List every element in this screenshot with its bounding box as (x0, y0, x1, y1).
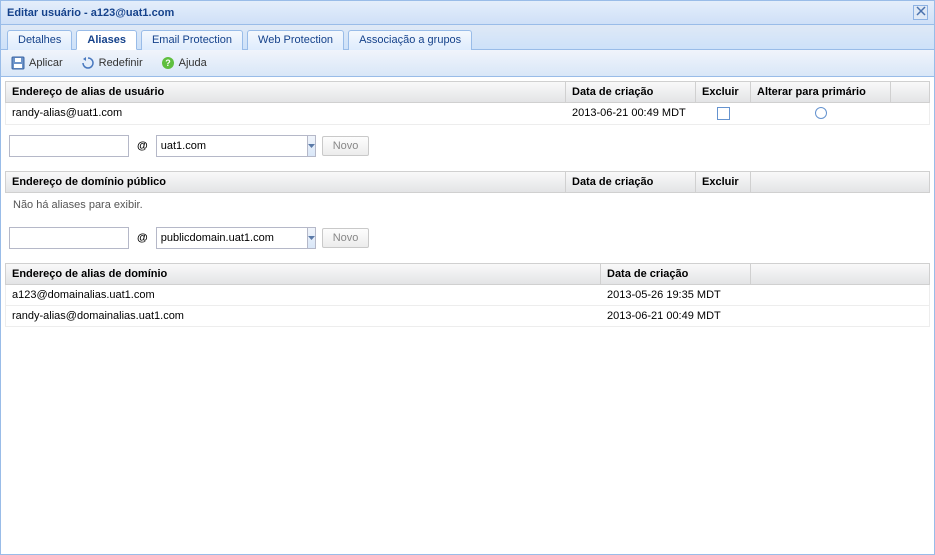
reset-label: Redefinir (99, 57, 143, 69)
domain-alias-header: Endereço de alias de domínio Data de cri… (5, 263, 930, 285)
titlebar: Editar usuário - a123@uat1.com (1, 1, 934, 25)
user-alias-created: 2013-06-21 00:49 MDT (566, 103, 696, 124)
user-alias-delete-cell (696, 103, 751, 124)
user-alias-delete-checkbox[interactable] (717, 107, 730, 120)
domain-alias-row[interactable]: randy-alias@domainalias.uat1.com 2013-06… (5, 306, 930, 327)
tab-web-protection[interactable]: Web Protection (247, 30, 344, 50)
col-user-alias-primary[interactable]: Alterar para primário (751, 82, 891, 102)
col-user-alias-created[interactable]: Data de criação (566, 82, 696, 102)
domain-alias-created: 2013-05-26 19:35 MDT (601, 285, 751, 305)
user-alias-primary-radio[interactable] (815, 107, 827, 119)
col-domain-alias-created[interactable]: Data de criação (601, 264, 751, 284)
col-user-alias-delete[interactable]: Excluir (696, 82, 751, 102)
user-alias-form: @ Novo (5, 125, 930, 171)
help-label: Ajuda (179, 57, 207, 69)
public-domain-empty: Não há aliases para exibir. (5, 193, 930, 217)
apply-button[interactable]: Aplicar (7, 54, 67, 72)
at-symbol: @ (135, 232, 150, 244)
window-title: Editar usuário - a123@uat1.com (7, 7, 174, 19)
public-domain-input[interactable] (157, 228, 307, 248)
toolbar: Aplicar Redefinir ? Ajuda (1, 50, 934, 77)
close-button[interactable] (913, 5, 928, 20)
col-public-domain-delete[interactable]: Excluir (696, 172, 751, 192)
tab-associacao-grupos[interactable]: Associação a grupos (348, 30, 472, 50)
col-public-domain-address[interactable]: Endereço de domínio público (6, 172, 566, 192)
tab-detalhes[interactable]: Detalhes (7, 30, 72, 50)
user-alias-address: randy-alias@uat1.com (6, 103, 566, 124)
content-area: Endereço de alias de usuário Data de cri… (1, 77, 934, 554)
col-public-domain-created[interactable]: Data de criação (566, 172, 696, 192)
col-public-domain-spacer (751, 172, 929, 192)
edit-user-window: Editar usuário - a123@uat1.com Detalhes … (0, 0, 935, 555)
help-icon: ? (161, 56, 175, 70)
reset-button[interactable]: Redefinir (77, 54, 147, 72)
user-alias-domain-combo[interactable] (156, 135, 316, 157)
user-alias-domain-trigger[interactable] (307, 136, 315, 156)
public-domain-form: @ Novo (5, 217, 930, 263)
at-symbol: @ (135, 140, 150, 152)
domain-alias-created: 2013-06-21 00:49 MDT (601, 306, 751, 326)
col-domain-alias-spacer (751, 264, 929, 284)
user-alias-header: Endereço de alias de usuário Data de cri… (5, 81, 930, 103)
chevron-down-icon (308, 236, 315, 240)
reset-icon (81, 56, 95, 70)
domain-alias-address: a123@domainalias.uat1.com (6, 285, 601, 305)
domain-alias-row[interactable]: a123@domainalias.uat1.com 2013-05-26 19:… (5, 285, 930, 306)
public-domain-new-button[interactable]: Novo (322, 228, 370, 248)
public-domain-local-input[interactable] (9, 227, 129, 249)
col-domain-alias-address[interactable]: Endereço de alias de domínio (6, 264, 601, 284)
col-user-alias-spacer (891, 82, 929, 102)
user-alias-domain-input[interactable] (157, 136, 307, 156)
public-domain-trigger[interactable] (307, 228, 315, 248)
chevron-down-icon (308, 144, 315, 148)
user-alias-local-input[interactable] (9, 135, 129, 157)
save-icon (11, 56, 25, 70)
public-domain-combo[interactable] (156, 227, 316, 249)
col-user-alias-address[interactable]: Endereço de alias de usuário (6, 82, 566, 102)
domain-alias-address: randy-alias@domainalias.uat1.com (6, 306, 601, 326)
public-domain-header: Endereço de domínio público Data de cria… (5, 171, 930, 193)
tab-email-protection[interactable]: Email Protection (141, 30, 243, 50)
user-alias-row[interactable]: randy-alias@uat1.com 2013-06-21 00:49 MD… (5, 103, 930, 125)
close-icon (916, 6, 926, 16)
svg-text:?: ? (165, 58, 171, 68)
help-button[interactable]: ? Ajuda (157, 54, 211, 72)
tab-strip: Detalhes Aliases Email Protection Web Pr… (1, 25, 934, 50)
tab-aliases[interactable]: Aliases (76, 30, 137, 50)
apply-label: Aplicar (29, 57, 63, 69)
user-alias-new-button[interactable]: Novo (322, 136, 370, 156)
user-alias-primary-cell (751, 103, 891, 124)
